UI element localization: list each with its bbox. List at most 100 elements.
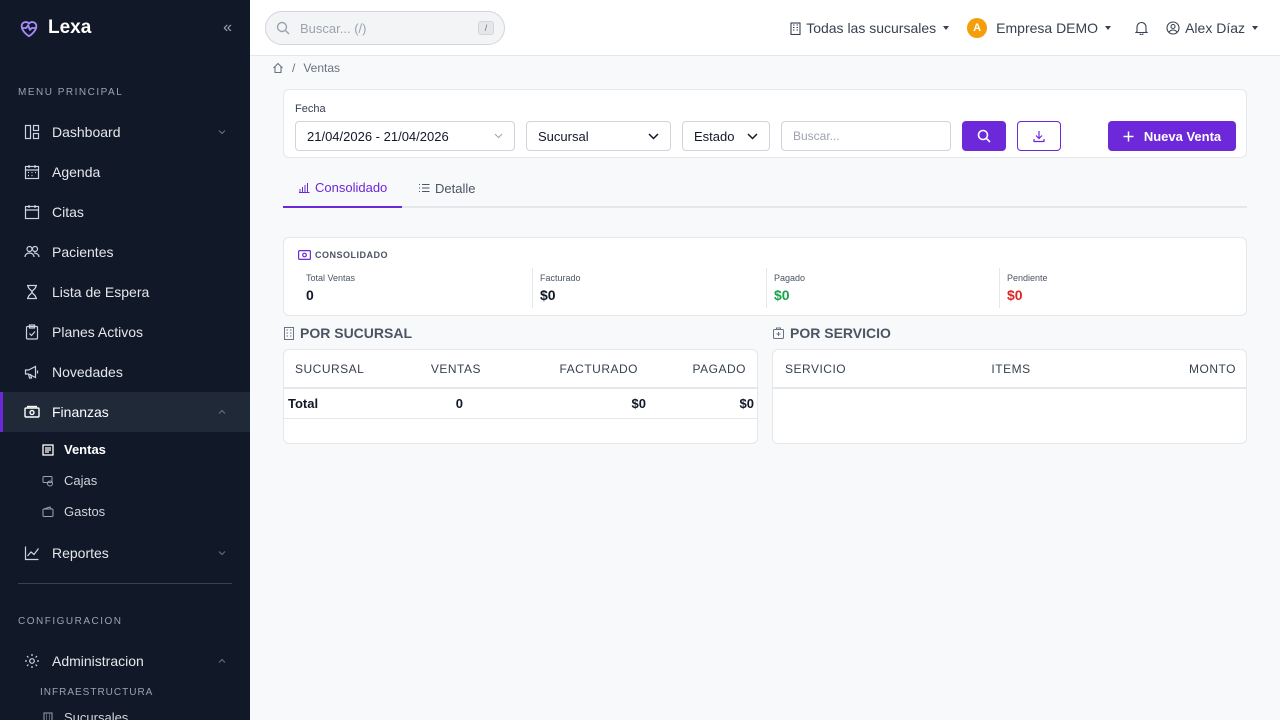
building-icon: [42, 712, 54, 720]
sidebar-item-finanzas[interactable]: Finanzas: [0, 392, 250, 432]
home-icon[interactable]: [272, 62, 284, 74]
topbar: Buscar... (/) / Todas las sucursales A E…: [250, 0, 1280, 56]
tab-label: Consolidado: [315, 179, 388, 195]
col-header-items[interactable]: ITEMS: [931, 362, 1091, 376]
chevron-down-icon: [648, 132, 659, 140]
sales-search-input[interactable]: Buscar...: [781, 121, 951, 151]
company-avatar: A: [967, 18, 988, 38]
company-name: Empresa DEMO: [996, 20, 1099, 36]
sidebar-item-label: Agenda: [52, 164, 101, 180]
tab-consolidado[interactable]: Consolidado: [283, 168, 403, 208]
metric-value: $0: [540, 287, 556, 303]
por-sucursal-title-text: POR SUCURSAL: [300, 325, 413, 341]
sidebar: Lexa « MENU PRINCIPAL Dashboard Agenda C…: [0, 0, 250, 720]
sidebar-subitem-ventas[interactable]: Ventas: [0, 434, 250, 465]
por-servicio-table: SERVICIO ITEMS MONTO: [772, 349, 1247, 444]
chevron-down-icon: [218, 130, 226, 135]
date-label: Fecha: [295, 103, 326, 115]
heart-pulse-icon: [20, 21, 38, 38]
list-icon: [419, 184, 430, 192]
search-button[interactable]: [962, 121, 1006, 151]
sidebar-item-dashboard[interactable]: Dashboard: [0, 112, 250, 152]
branch-selector-label: Todas las sucursales: [806, 20, 937, 36]
branch-select[interactable]: Sucursal: [526, 121, 671, 151]
dashboard-icon: [24, 124, 40, 140]
sidebar-subitem-sucursales[interactable]: Sucursales: [0, 702, 250, 720]
sidebar-item-reportes[interactable]: Reportes: [0, 533, 250, 573]
sidebar-item-novedades[interactable]: Novedades: [0, 352, 250, 392]
brand[interactable]: Lexa «: [0, 0, 250, 56]
caret-down-icon: [1252, 26, 1258, 30]
sidebar-subitem-cajas[interactable]: Cajas: [0, 465, 250, 496]
collapse-sidebar-icon[interactable]: «: [223, 19, 232, 37]
date-range-value: 21/04/2026 - 21/04/2026: [307, 128, 449, 144]
sidebar-subitem-gastos[interactable]: Gastos: [0, 496, 250, 527]
cell-total-facturado: $0: [631, 396, 646, 411]
building-icon: [790, 21, 801, 35]
breadcrumb-separator: /: [292, 61, 296, 75]
receipt-icon: [42, 443, 54, 456]
cash-icon: [298, 250, 311, 260]
tab-detalle[interactable]: Detalle: [403, 168, 490, 208]
sidebar-item-label: Citas: [52, 204, 84, 220]
new-sale-button[interactable]: Nueva Venta: [1108, 121, 1236, 151]
chevron-up-icon: [218, 658, 226, 663]
col-header-servicio[interactable]: SERVICIO: [773, 362, 931, 376]
consolidado-title-text: CONSOLIDADO: [315, 250, 388, 260]
search-shortcut-badge: /: [478, 21, 494, 35]
metric-total-ventas: Total Ventas 0: [299, 268, 529, 308]
user-menu[interactable]: Alex Díaz: [1166, 20, 1258, 36]
sidebar-subitem-label: Cajas: [64, 473, 98, 488]
search-icon: [977, 129, 991, 143]
table-header: SERVICIO ITEMS MONTO: [773, 350, 1246, 389]
por-sucursal-title: POR SUCURSAL: [284, 325, 412, 341]
sidebar-item-planes-activos[interactable]: Planes Activos: [0, 312, 250, 352]
download-button[interactable]: [1017, 121, 1061, 151]
global-search[interactable]: Buscar... (/) /: [265, 11, 505, 45]
plus-icon: [1123, 131, 1134, 141]
por-sucursal-table: SUCURSAL VENTAS FACTURADO PAGADO Total 0…: [283, 349, 758, 444]
sidebar-item-label: Reportes: [52, 545, 109, 561]
col-header-pagado[interactable]: PAGADO: [638, 362, 746, 376]
coins-icon: [42, 475, 54, 487]
section-label-infra: INFRAESTRUCTURA: [40, 687, 154, 698]
consolidado-card: CONSOLIDADO Total Ventas 0 Facturado $0 …: [283, 237, 1247, 316]
clipboard-icon: [24, 324, 40, 340]
caret-down-icon: [1105, 26, 1112, 30]
hourglass-icon: [24, 284, 40, 300]
cell-total-label: Total: [288, 396, 319, 411]
tab-bar: Consolidado Detalle: [283, 168, 1247, 208]
breadcrumb: / Ventas: [272, 61, 340, 75]
cash-icon: [24, 404, 40, 420]
metric-label: Facturado: [540, 273, 581, 283]
sidebar-item-pacientes[interactable]: Pacientes: [0, 232, 250, 272]
gear-icon: [24, 653, 40, 669]
status-select[interactable]: Estado: [682, 121, 770, 151]
sidebar-item-lista-espera[interactable]: Lista de Espera: [0, 272, 250, 312]
status-select-value: Estado: [694, 128, 735, 144]
branch-selector[interactable]: Todas las sucursales: [790, 20, 950, 36]
date-range-picker[interactable]: 21/04/2026 - 21/04/2026: [295, 121, 515, 151]
metric-value: $0: [774, 287, 790, 303]
topbar-actions: Todas las sucursales A Empresa DEMO Alex…: [790, 0, 1258, 56]
tab-label: Detalle: [435, 180, 476, 196]
por-servicio-title-text: POR SERVICIO: [790, 325, 891, 341]
col-header-sucursal[interactable]: SUCURSAL: [284, 362, 400, 376]
col-header-ventas[interactable]: VENTAS: [400, 362, 481, 376]
notifications-button[interactable]: [1135, 21, 1149, 35]
metric-pagado: Pagado $0: [766, 268, 996, 308]
sidebar-item-agenda[interactable]: Agenda: [0, 152, 250, 192]
col-header-monto[interactable]: MONTO: [1091, 362, 1236, 376]
company-selector[interactable]: A Empresa DEMO: [967, 18, 1112, 38]
metric-pendiente: Pendiente $0: [999, 268, 1229, 308]
sidebar-item-administracion[interactable]: Administracion: [0, 641, 250, 681]
filter-card: Fecha 21/04/2026 - 21/04/2026 Sucursal E…: [283, 89, 1247, 158]
sidebar-item-citas[interactable]: Citas: [0, 192, 250, 232]
section-label-main: MENU PRINCIPAL: [18, 87, 124, 98]
col-header-facturado[interactable]: FACTURADO: [481, 362, 638, 376]
cell-total-pagado: $0: [739, 396, 754, 411]
app-name: Lexa: [48, 17, 92, 38]
metric-value: $0: [1007, 287, 1023, 303]
table-row-total: Total 0 $0 $0: [284, 389, 757, 419]
calendar-check-icon: [24, 204, 40, 220]
